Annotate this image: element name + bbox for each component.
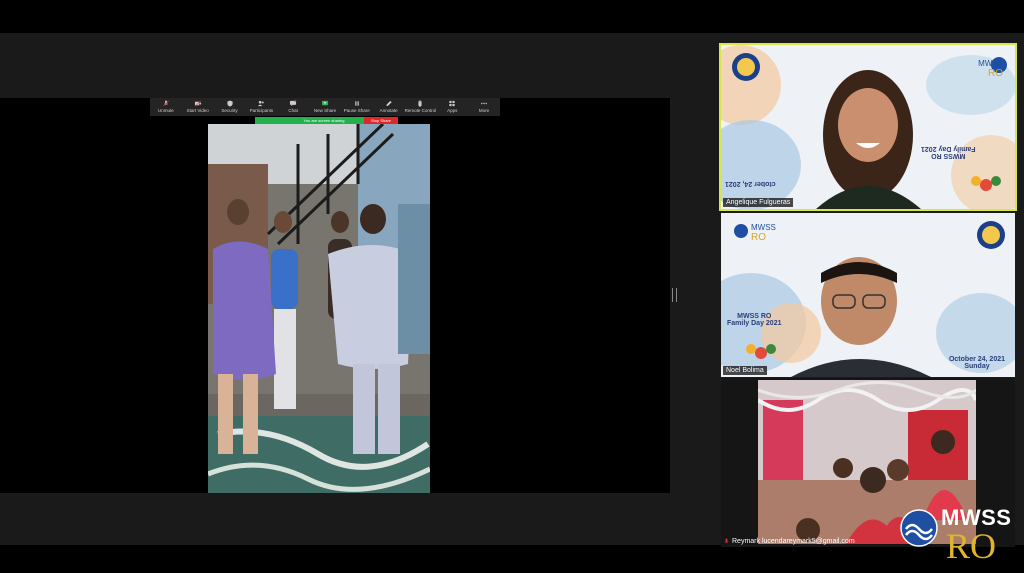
participant-name-label: Angelique Fulgueras (723, 198, 794, 207)
annotate-button[interactable]: Annotate (373, 98, 405, 113)
security-label: Security (221, 108, 238, 113)
watermark-ro-text: RO (946, 526, 997, 566)
more-icon (481, 102, 487, 105)
microphone-icon (163, 100, 169, 107)
participant-tile-noel[interactable]: MWSS RO MWSS RO Family Day 2021 October … (721, 213, 1015, 377)
apps-button[interactable]: Apps (436, 98, 468, 113)
event-subtitle: Family Day 2021 (920, 145, 975, 152)
start-video-label: Start Video (186, 108, 209, 113)
mouse-icon (418, 100, 422, 107)
participant-name-text: Reymark lucendareymark5@gmail.com (732, 538, 855, 545)
event-name: MWSS RO (737, 313, 772, 320)
event-title: MWSS RO Family Day 2021 (921, 145, 975, 159)
panel-resize-handle[interactable] (672, 288, 677, 302)
annotate-label: Annotate (379, 108, 398, 113)
mwss-logo-icon (900, 509, 938, 547)
brand-logo-text: MWSS RO (751, 223, 776, 243)
dancing-family-video (208, 124, 430, 493)
video-camera-icon (194, 100, 201, 107)
participants-button[interactable]: Participants (245, 98, 277, 113)
share-screen-icon (321, 100, 329, 106)
event-subtitle: Family Day 2021 (727, 320, 782, 327)
more-label: More (478, 108, 490, 113)
more-button[interactable]: More (468, 98, 500, 113)
participant-tile-angelique[interactable]: MWSS RO MWSS RO Family Day 2021 ctober 2… (719, 43, 1017, 211)
participant-name-label: Noel Bolima (723, 366, 767, 375)
participant-name-label: Reymark lucendareymark5@gmail.com (723, 538, 855, 545)
chat-button[interactable]: Chat (277, 98, 309, 113)
pause-share-button[interactable]: Pause Share (341, 98, 373, 113)
stop-share-button[interactable]: Stop Share (364, 117, 398, 124)
brand-name: MWSS (978, 59, 1003, 68)
apps-label: Apps (447, 108, 458, 113)
meeting-toolbar: Unmute Start Video Security Participants… (150, 98, 500, 116)
brand-name: MWSS (751, 223, 776, 232)
event-title: MWSS RO Family Day 2021 (727, 313, 781, 327)
event-name: MWSS RO (930, 152, 965, 159)
event-date-text: October 24, 2021 (948, 356, 1005, 363)
mwss-logo-icon (734, 224, 748, 238)
brand-sub: RO (988, 68, 1003, 79)
brand-logo-text: MWSS RO (978, 59, 1003, 79)
chat-icon (290, 100, 297, 107)
top-bar (0, 0, 1024, 33)
screen-sharing-text: You are screen sharing (303, 118, 345, 123)
chat-label: Chat (288, 108, 298, 113)
mwss-ro-watermark: MWSS RO (900, 505, 1018, 567)
event-day: Sunday (964, 363, 990, 370)
brand-sub: RO (751, 232, 766, 243)
shield-icon (226, 100, 233, 107)
unmute-label: Unmute (158, 108, 174, 113)
event-date-partial: ctober 24, 2021 (725, 180, 776, 187)
security-button[interactable]: Security (214, 98, 246, 113)
apps-icon (449, 100, 455, 107)
new-share-button[interactable]: New Share (309, 98, 341, 113)
event-date: October 24, 2021 Sunday (949, 356, 1005, 370)
remote-control-button[interactable]: Remote Control (405, 98, 437, 113)
pause-icon (355, 101, 359, 106)
remote-control-label: Remote Control (404, 108, 437, 113)
participants-label: Participants (249, 108, 274, 113)
start-video-button[interactable]: Start Video (182, 98, 214, 113)
muted-microphone-icon (724, 538, 729, 544)
participants-icon (258, 100, 265, 107)
pause-share-label: Pause Share (343, 108, 370, 113)
shared-video (208, 124, 430, 493)
pencil-icon (385, 100, 392, 107)
new-share-label: New Share (313, 108, 337, 113)
unmute-button[interactable]: Unmute (150, 98, 182, 113)
stop-share-label: Stop Share (370, 118, 391, 123)
